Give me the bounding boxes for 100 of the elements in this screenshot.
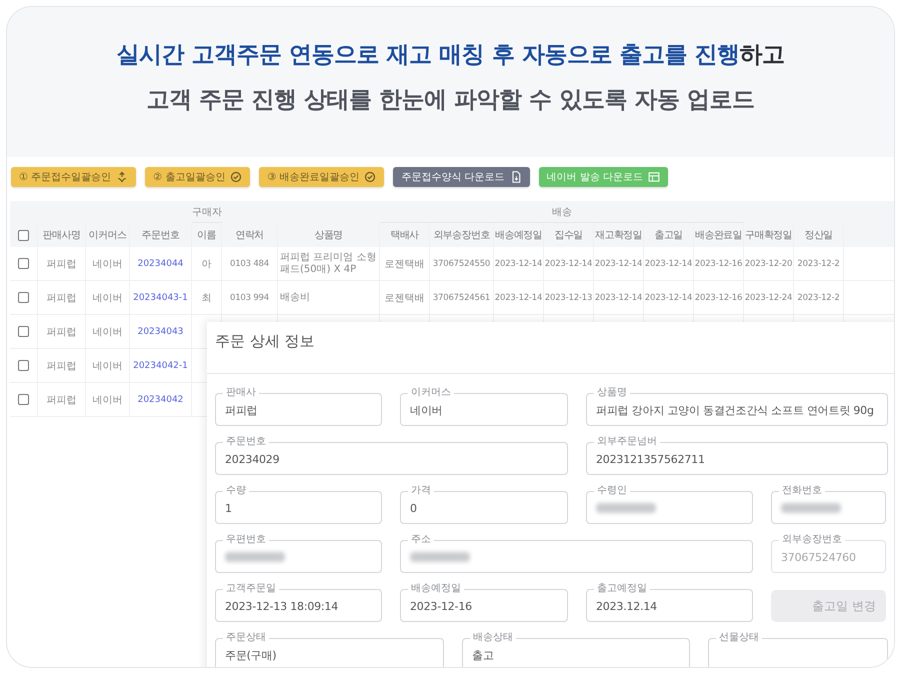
order-number-link[interactable]: 20234042-1 [133, 360, 188, 370]
text-field[interactable]: 이커머스 네이버 [400, 387, 568, 426]
column-header: 상품명 [278, 223, 380, 247]
table-cell-text: 최 [202, 292, 212, 304]
field-value: 2023-12-13 18:09:14 [225, 600, 338, 612]
column-header: 배송예정일 [494, 223, 544, 247]
field-label: 우편번호 [223, 534, 269, 546]
check-badge-icon [364, 171, 376, 183]
table-cell: 2023-12-14 [644, 258, 692, 268]
field-label: 배송상태 [470, 632, 516, 644]
text-field[interactable]: 선물상태 [708, 632, 888, 667]
text-field[interactable]: 배송예정일 2023-12-16 [400, 583, 568, 622]
text-field[interactable]: 상품명 퍼피럽 강아지 고양이 동결건조간식 소프트 연어트릿 90g [586, 387, 888, 426]
field-label: 수량 [223, 485, 249, 497]
text-field[interactable]: 판매사 퍼피럽 [215, 387, 382, 426]
field-label: 수령인 [594, 485, 630, 497]
table-cell: 2023-12-14 [544, 258, 592, 268]
column-header: 이커머스 [86, 223, 130, 247]
text-field[interactable]: 가격 0 [400, 485, 568, 524]
blurred-value [410, 552, 470, 562]
field-label: 이커머스 [408, 387, 454, 399]
field-label: 외부주문넘버 [594, 436, 660, 448]
text-field[interactable]: 주문상태 주문(구매) [215, 632, 444, 667]
text-field[interactable]: 주소 [400, 534, 753, 573]
order-number-link[interactable]: 20234042 [138, 394, 184, 404]
toolbar-button[interactable]: ② 출고일괄승인 [145, 167, 250, 187]
toolbar-button[interactable]: 주문접수양식 다운로드 [393, 167, 530, 187]
file-download-icon [510, 171, 522, 183]
blurred-value [225, 552, 285, 562]
text-field[interactable]: 출고예정일 2023.12.14 [586, 583, 753, 622]
blurred-value [596, 503, 656, 513]
table-cell: 2023-12-24 [744, 292, 792, 302]
field-label: 가격 [408, 485, 434, 497]
order-number-link[interactable]: 20234043 [138, 326, 184, 336]
column-header: 이름 [192, 223, 222, 247]
table-cell-text: 네이버 [92, 394, 122, 406]
checkbox[interactable] [18, 230, 29, 240]
table-cell: 37067524561 [432, 292, 490, 302]
table-cell-text: 로젠택배 [384, 258, 424, 270]
toolbar-button[interactable]: ① 주문접수일괄승인 [11, 167, 136, 187]
table-cell-text: 아 [202, 258, 212, 270]
text-field[interactable]: 배송상태 출고 [462, 632, 690, 667]
table-cell: 2023-12-13 [544, 292, 592, 302]
field-value: 2023121357562711 [596, 452, 705, 466]
column-header: 판매사명 [38, 223, 86, 247]
check-badge-icon [230, 171, 242, 183]
table-cell: 0103 484 [230, 258, 269, 268]
field-label: 외부송장번호 [779, 534, 845, 546]
checkbox[interactable] [18, 394, 29, 405]
table-cell-text: 퍼피럽 [46, 258, 76, 270]
field-label: 주소 [408, 534, 434, 546]
field-label: 주문상태 [223, 632, 269, 644]
field-value: 2023.12.14 [596, 600, 657, 612]
text-field[interactable]: 수량 1 [215, 485, 382, 524]
field-value: 퍼피럽 [225, 402, 258, 418]
table-cell-text: 퍼피럽 [46, 326, 76, 338]
field-label: 주문번호 [223, 436, 269, 448]
table-cell-text: 퍼피럽 [46, 394, 76, 406]
field-label: 배송예정일 [408, 583, 464, 595]
text-field[interactable]: 우편번호 [215, 534, 382, 573]
field-label: 전화번호 [779, 485, 825, 497]
text-field[interactable]: 외부주문넘버 2023121357562711 [586, 436, 888, 475]
spreadsheet-icon [648, 171, 660, 183]
table-cell: 2023-12-20 [744, 258, 792, 268]
field-label: 상품명 [594, 387, 630, 399]
field-value: 네이버 [410, 402, 442, 418]
table-cell: 배송비 [280, 292, 310, 304]
toolbar-button[interactable]: ③ 배송완료일괄승인 [259, 167, 384, 187]
table-cell-text: 로젠택배 [384, 292, 424, 304]
column-header: 외부송장번호 [430, 223, 494, 247]
checkbox[interactable] [18, 360, 29, 371]
field-value: 퍼피럽 강아지 고양이 동결건조간식 소프트 연어트릿 90g [596, 402, 874, 418]
column-header: 구매확정일 [744, 223, 794, 247]
table-cell: 2023-12-14 [494, 258, 542, 268]
table-cell: 37067524550 [432, 258, 490, 268]
field-value: 2023-12-16 [410, 600, 472, 612]
panel-title: 주문 상세 정보 [214, 331, 316, 352]
field-value: 37067524760 [781, 550, 856, 564]
table-cell: 2023-12-2 [797, 258, 840, 268]
checkbox[interactable] [18, 326, 29, 337]
column-header: 주문번호 [130, 223, 192, 247]
text-field[interactable]: 수령인 [586, 485, 753, 524]
checkbox[interactable] [18, 292, 29, 303]
table-cell: 2023-12-2 [797, 292, 840, 302]
blurred-value [781, 503, 841, 513]
column-header: 집수일 [544, 223, 594, 247]
order-number-link[interactable]: 20234044 [138, 258, 184, 268]
text-field[interactable]: 전화번호 [771, 485, 886, 524]
checkbox[interactable] [18, 258, 29, 269]
table-cell: 2023-12-16 [694, 258, 742, 268]
table-cell-text: 네이버 [92, 258, 122, 270]
column-header: 재고확정일 [594, 223, 644, 247]
text-field[interactable]: 주문번호 20234029 [215, 436, 568, 475]
order-number-link[interactable]: 20234043-1 [133, 292, 188, 302]
field-label: 선물상태 [716, 632, 762, 644]
field-label: 판매사 [223, 387, 259, 399]
field-value: 20234029 [225, 452, 280, 466]
field-value: 1 [225, 502, 232, 514]
text-field[interactable]: 고객주문일 2023-12-13 18:09:14 [215, 583, 382, 622]
table-cell: 2023-12-14 [594, 258, 642, 268]
